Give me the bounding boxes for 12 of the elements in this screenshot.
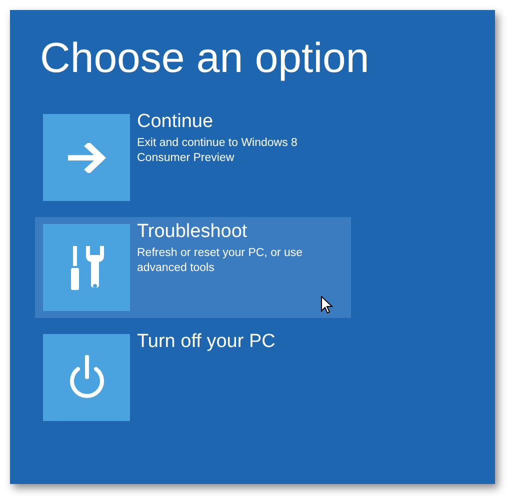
option-title: Turn off your PC (137, 331, 276, 353)
option-item[interactable]: Continue Exit and continue to Windows 8 Consumer Preview (35, 107, 351, 208)
option-item[interactable]: Troubleshoot Refresh or reset your PC, or use advanced tools (35, 217, 351, 318)
mouse-pointer-icon (321, 296, 333, 314)
option-title: Troubleshoot (137, 221, 248, 243)
tools-icon (70, 246, 104, 290)
option-description: Refresh or reset your PC, or use advanced tools (137, 246, 304, 276)
option-title: Continue (137, 111, 214, 133)
option-description: Exit and continue to Windows 8 Consumer Preview (137, 136, 298, 166)
arrow-icon (68, 142, 106, 172)
screen-title: Choose an option (39, 33, 370, 83)
option-item[interactable]: Turn off your PC (35, 327, 351, 428)
